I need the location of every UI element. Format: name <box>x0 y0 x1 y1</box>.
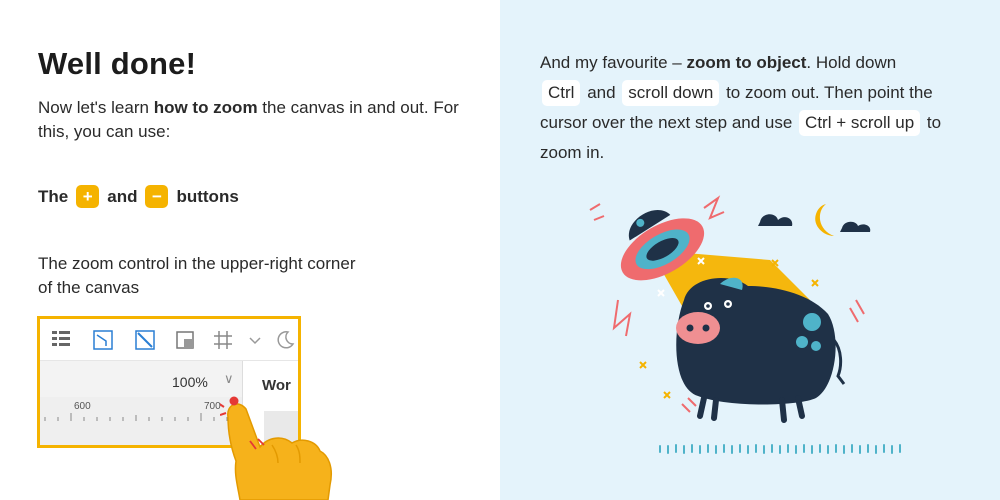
buttons-and-label: and <box>107 186 138 206</box>
minus-icon: − <box>145 185 169 208</box>
buttons-label: buttons <box>176 186 239 206</box>
ruler-label: 700 <box>204 401 221 412</box>
ruler-label: 600 <box>74 401 91 412</box>
ruler-ticks <box>44 413 228 421</box>
ctrl-key-chip: Ctrl <box>542 80 581 106</box>
intro-text: Now let's learn how to zoom the canvas i… <box>38 96 478 144</box>
zoom-buttons-line: The + and − buttons <box>38 185 239 208</box>
intro-bold: how to zoom <box>153 98 258 117</box>
ctrl-scroll-up-chip: Ctrl + scroll up <box>799 110 921 136</box>
plus-icon: + <box>76 185 100 208</box>
mock-toolbar <box>40 319 298 361</box>
zoom-to-object-text: And my favourite – zoom to object. Hold … <box>540 48 980 168</box>
pointing-hand-icon <box>220 396 332 500</box>
buttons-the-label: The <box>38 186 69 206</box>
cow-icon <box>676 277 865 423</box>
p1-bold: zoom to object <box>686 53 807 72</box>
page-title: Well done! <box>38 46 197 81</box>
frames-icon <box>52 331 70 346</box>
and-text: and <box>587 83 616 102</box>
cloud-icon <box>758 214 793 226</box>
zoom-control-text: The zoom control in the upper-right corn… <box>38 254 356 297</box>
grid-icon <box>214 331 232 349</box>
connector-icon <box>93 330 113 350</box>
ufo-cow-illustration <box>589 195 901 454</box>
shadow-icon <box>176 331 194 349</box>
moon-icon <box>815 204 834 236</box>
intro-pre: Now let's learn <box>38 98 154 117</box>
p1-pre: And my favourite – <box>540 53 687 72</box>
click-point-icon <box>229 396 239 406</box>
moon-icon <box>277 331 295 349</box>
p1-post: . Hold down <box>806 53 897 72</box>
scroll-down-chip: scroll down <box>622 80 720 106</box>
cloud-icon <box>840 221 871 232</box>
line-icon <box>135 330 155 350</box>
zoom-value: 100% <box>172 374 208 390</box>
chevron-down-icon <box>249 337 261 345</box>
